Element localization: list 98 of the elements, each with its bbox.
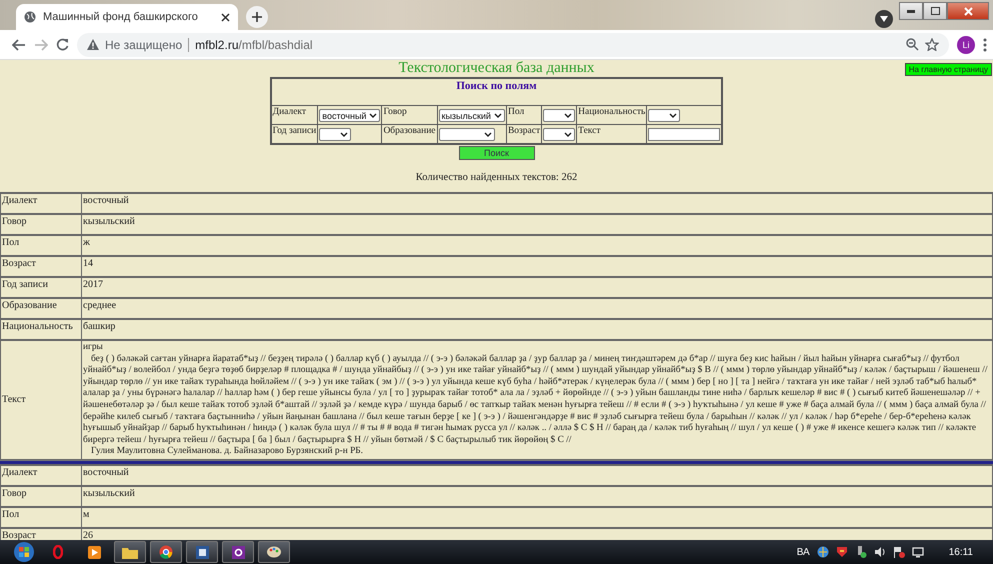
close-icon[interactable] [221, 12, 230, 22]
download-button[interactable] [875, 10, 893, 28]
field-value: восточный [83, 195, 129, 206]
taskbar-button[interactable] [258, 541, 290, 563]
browser-icon [159, 545, 173, 559]
close-icon [964, 6, 972, 16]
url-path: /mfbl/bashdial [238, 38, 313, 52]
dropdown-caret-icon [369, 113, 378, 118]
dropdown[interactable] [648, 109, 680, 122]
dropdown-caret-icon [564, 113, 572, 118]
field-label: Пол [2, 237, 20, 248]
palette-icon [267, 546, 281, 558]
dropdown[interactable]: восточный [319, 109, 380, 122]
folder-icon [122, 546, 138, 558]
language-indicator[interactable]: ВА [796, 546, 810, 558]
dropdown[interactable] [543, 109, 576, 122]
field-label: Год записи [2, 279, 48, 290]
minimize-button[interactable] [899, 2, 923, 20]
field-value: 2017 [83, 279, 103, 290]
caret-icon [880, 16, 888, 22]
field-label: Возраст [2, 530, 36, 540]
clock[interactable]: 16:11 [948, 546, 973, 558]
maximize-icon [930, 7, 940, 15]
warning-icon [87, 39, 99, 50]
monitor-icon[interactable] [912, 546, 924, 558]
reload-icon[interactable] [56, 38, 69, 51]
search-button[interactable]: Поиск [458, 146, 534, 160]
transcript-text: беҙ ( ) бәләкәй сағтан уйнарға йаратаб*ыҙ // беҙҙең тирәлә ( ) баллар күб ( ) ауылда // ( э-э ) бәләкәй баллар ҙа / ҙур баллар ҙа / минең тиҥдәштәрем дә б*ар // шуға беҙ кис һайын / йыл һайын уйнарға сығаб*ыҙ // футбол уйнайб*ыҙ / волейбол / унда беҙгә төҙөб бирҙеләр # площадка # / шунда уйнайбыҙ // ( э-э ) ун ике тайағ уйнайб*ыҙ // ( ммм ) шундай уйындар уйнайб*ыҙ $ В // ( ммм ) төрлө уйындар уйнайб*ыҙ / кәләк / баҫтырыш / йәшенеш // уйындар төрлө // ун ике тайаҡ тураһында һөйләйем // ( э-э ) ун ике тайаҡ ( эм ) // ( э-э ) ул уйында кеше күб буһа / һәйб*әтерәк / күңелерәк була // ( ммм ) бер [ но ] [ та ] нейгә / таҡтаға ун ике тайағ / ней эҙләб таб*ыб һалыб* алалар ҙа / уны бүрәнәгә һалалар // һаллар һәм ( ) бер геше уйынсы була / ул [ то ] ҙурыраҡ тайағ тотоб* ала ла / эҙләб + йөрөйнде // ( э-э ) уйын башланды тине ниһә / барлыҡ кешеләр # вис # ( ) сығыб китеб йәшенешәләр // + йәшенебөтәләр ҙә / был кеше тайаҡ тотоб эҙләй б*аштай // эҙләй ҙә / кемде күрә / шунда барыб / өс тапҡыр тайаҡ менән һуғырға тейеш // # если # ( э-э ) һуҡтыһынә / ул кеше # уже # баҫа алмай була // ( ммм ) баҫа алмай була // берәйһе килеб сығыб / таҡтаға баҫтынниһә / уйын йаңынан башлана // был кеше тағын берҙе [ ке ] ( э-э ) / йәшенгәндәрҙе # вис # эҙләб сығырға тейеш була / барыһын // кәләк // ул / кәләк / һәр б*ереһе / бер-б*ереһенә кәләк һуғышыб уйнайҙар // барыб һуҡтыһинән / һиндә ( ) кәләк була шул // # ты # # вода # тигән һымаҡ русса ул // кәләк .. / әллә $ С $ Н // бараң да / кәләк тиб һуғаһың // шул / ул кеше ( ) # уже # икенсе кешегә кәләк тип // кәләкте бирергә тейеш / һуғырға тейеш // баҫтыра [ ба ] был / баҫтырырға $ Н // уйын бөтмәй / $ С баҫтырылыб тик йөрөйөң $ С // [83, 354, 988, 446]
dropdown-caret-icon [669, 113, 678, 118]
url-host: mfbl2.ru [195, 38, 238, 52]
security-label: Не защищено [105, 38, 182, 52]
taskbar-button[interactable] [222, 541, 254, 563]
back-icon[interactable] [12, 38, 26, 50]
field-label: Говор [2, 216, 27, 227]
field-value: м [83, 508, 90, 520]
field-label: Текст [578, 126, 601, 136]
field-label: Диалект [2, 195, 38, 206]
field-label: Национальность [2, 321, 73, 332]
field-label: Пол [2, 508, 20, 520]
close-button[interactable] [947, 2, 989, 20]
dropdown-caret-icon [564, 132, 572, 137]
field-label: Год записи [272, 126, 316, 136]
play-icon [88, 546, 100, 558]
taskbar-button[interactable] [150, 541, 182, 563]
field-label: Говор [383, 107, 407, 117]
field-label: Говор [2, 488, 27, 499]
menu-icon[interactable] [983, 38, 987, 52]
dropdown[interactable] [543, 128, 576, 141]
field-label: Текст [2, 394, 26, 405]
app-icon [232, 546, 244, 558]
dropdown-caret-icon [340, 132, 348, 137]
field-value: ж [83, 237, 90, 248]
field-label: Возраст [2, 258, 36, 269]
field-label: Образование [383, 126, 436, 136]
text-topic: игры [83, 342, 103, 352]
field-label: Образование [2, 300, 57, 311]
dropdown[interactable] [319, 128, 352, 141]
zoom-icon[interactable] [906, 38, 919, 51]
home-page-button[interactable]: На главную страницу [904, 63, 992, 76]
field-value: башкир [83, 321, 116, 332]
field-value: восточный [83, 466, 129, 478]
field-label: Пол [508, 107, 524, 117]
field-value: кызыльский [83, 216, 135, 227]
star-icon[interactable] [925, 38, 939, 51]
field-label: Национальность [578, 107, 646, 117]
address-bar[interactable]: Не защищено mfbl2.ru/mfbl/bashdial [77, 32, 949, 56]
o-ring-icon [53, 545, 63, 559]
document-icon [196, 546, 208, 558]
windows-orb-icon [13, 541, 35, 563]
plus-icon [252, 12, 262, 22]
browser-tab[interactable]: Машинный фонд башкирского [16, 4, 238, 30]
page-title: Текстологическая база данных [398, 60, 594, 76]
dropdown[interactable]: кызыльский [438, 109, 505, 122]
field-label: Диалект [2, 466, 38, 478]
text-input-field[interactable] [648, 128, 720, 141]
taskbar-button[interactable] [186, 541, 218, 563]
globe-icon [24, 11, 36, 23]
field-value: кызыльский [83, 488, 135, 499]
result-count: Количество найденных текстов: 262 [416, 172, 578, 183]
field-value: 14 [83, 258, 93, 269]
field-label: Диалект [272, 107, 306, 117]
new-tab-button[interactable] [246, 6, 268, 28]
field-value: среднее [83, 300, 116, 311]
shield-icon[interactable] [836, 546, 848, 558]
dropdown-caret-icon [484, 132, 492, 137]
search-heading: Поиск по полям [456, 80, 537, 92]
speaker-icon[interactable] [874, 546, 886, 558]
speaker-info: Гулия Маулитовна Сулейманова. д. Байназарово Бурзянский р-н РБ. [91, 446, 364, 456]
network-icon[interactable] [816, 546, 829, 558]
maximize-button[interactable] [923, 2, 947, 20]
dropdown[interactable] [438, 128, 495, 141]
dropdown-caret-icon [494, 113, 502, 118]
minimize-icon [907, 10, 915, 12]
field-value: 26 [83, 530, 93, 540]
taskbar-button[interactable] [114, 541, 146, 563]
profile-avatar[interactable]: Li [957, 36, 975, 54]
flag-icon[interactable] [892, 546, 905, 558]
field-label: Возраст [508, 126, 540, 136]
